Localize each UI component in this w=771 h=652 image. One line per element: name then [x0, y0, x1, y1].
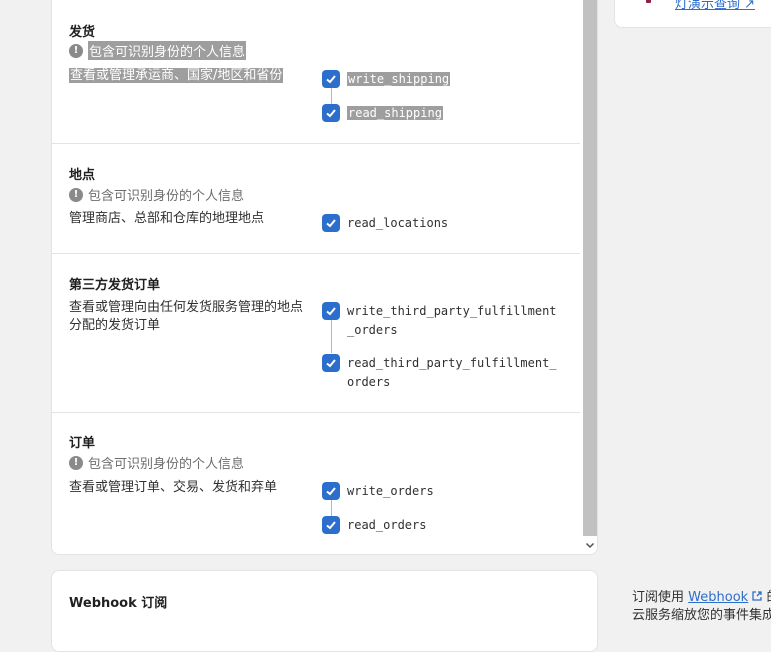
- pii-notice: ! 包含可识别身份的个人信息: [69, 41, 247, 60]
- checkmark-icon: [326, 521, 336, 530]
- checkbox-checked[interactable]: [322, 482, 340, 500]
- webhook-card: Webhook 订阅: [51, 570, 598, 652]
- checkmark-icon: [326, 219, 336, 228]
- scope-name: write_third_party_fulfillment_orders: [347, 304, 557, 337]
- side-card: 灯演示查询 ↗: [614, 0, 771, 28]
- scope-write-third-party-fulfillment-orders[interactable]: write_third_party_fulfillment_orders: [322, 302, 562, 340]
- checkmark-icon: [326, 307, 336, 316]
- scope-section-third-party-fulfillment: 第三方发货订单 查看或管理向由任何发货服务管理的地点分配的发货订单 write_…: [52, 253, 580, 413]
- section-description: 查看或管理承运商、国家/地区和省份: [69, 68, 284, 83]
- section-description: 查看或管理订单、交易、发货和弃单: [69, 480, 278, 495]
- scrollbar-thumb[interactable]: [583, 0, 597, 536]
- access-scopes-card: 发货 ! 包含可识别身份的个人信息 查看或管理承运商、国家/地区和省份 writ…: [51, 0, 598, 555]
- checkbox-checked[interactable]: [322, 70, 340, 88]
- scope-name: read_third_party_fulfillment_orders: [347, 356, 557, 389]
- alert-circle-icon: !: [69, 455, 83, 470]
- section-title: 订单: [69, 436, 96, 451]
- section-title: 发货: [69, 25, 96, 40]
- scope-name: read_shipping: [347, 106, 443, 120]
- help-line2: 云服务缩放您的事件集成: [632, 608, 771, 623]
- pii-notice: ! 包含可识别身份的个人信息: [69, 185, 244, 204]
- scope-write-shipping[interactable]: write_shipping: [322, 70, 562, 89]
- section-description: 管理商店、总部和仓库的地理地点: [69, 211, 265, 226]
- webhook-link[interactable]: Webhook: [688, 590, 748, 605]
- section-description: 查看或管理向由任何发货服务管理的地点分配的发货订单: [69, 300, 304, 333]
- alert-circle-icon: !: [69, 187, 83, 202]
- section-title: 地点: [69, 168, 96, 183]
- checkbox-checked[interactable]: [322, 104, 340, 122]
- webhook-title: Webhook 订阅: [69, 596, 168, 611]
- scope-section-orders: 订单 ! 包含可识别身份的个人信息 查看或管理订单、交易、发货和弃单 write…: [52, 412, 580, 554]
- checkmark-icon: [326, 109, 336, 118]
- help-prefix: 订阅使用: [632, 590, 685, 605]
- scrollbar[interactable]: [581, 0, 597, 554]
- scope-section-shipping: 发货 ! 包含可识别身份的个人信息 查看或管理承运商、国家/地区和省份 writ…: [52, 0, 580, 143]
- checkmark-icon: [326, 359, 336, 368]
- external-link-icon: [752, 591, 762, 601]
- checkmark-icon: [326, 487, 336, 496]
- scope-read-shipping[interactable]: read_shipping: [322, 104, 562, 123]
- checkmark-icon: [326, 75, 336, 84]
- scope-name: write_orders: [347, 484, 434, 498]
- pii-label: 包含可识别身份的个人信息: [88, 189, 245, 204]
- scope-read-locations[interactable]: read_locations: [322, 214, 562, 233]
- pii-label: 包含可识别身份的个人信息: [88, 457, 245, 472]
- checkbox-checked[interactable]: [322, 214, 340, 232]
- scope-name: read_locations: [347, 216, 449, 230]
- scope-name: write_shipping: [347, 72, 451, 86]
- scope-connector: [331, 87, 332, 105]
- section-title: 第三方发货订单: [69, 278, 161, 293]
- pii-label: 包含可识别身份的个人信息: [88, 41, 247, 60]
- chevron-down-icon[interactable]: [585, 540, 595, 550]
- checkbox-checked[interactable]: [322, 516, 340, 534]
- alert-circle-icon: !: [69, 43, 83, 58]
- side-link[interactable]: 灯演示查询 ↗: [675, 0, 755, 12]
- checkbox-checked[interactable]: [322, 302, 340, 320]
- app-icon: [646, 0, 651, 3]
- webhook-help-text: 订阅使用 Webhook 的 云服务缩放您的事件集成: [632, 589, 771, 625]
- checkbox-checked[interactable]: [322, 354, 340, 372]
- help-suffix: 的: [766, 590, 771, 605]
- scope-write-orders[interactable]: write_orders: [322, 482, 562, 501]
- scope-read-third-party-fulfillment-orders[interactable]: read_third_party_fulfillment_orders: [322, 354, 562, 392]
- scope-name: read_orders: [347, 518, 427, 532]
- scope-section-locations: 地点 ! 包含可识别身份的个人信息 管理商店、总部和仓库的地理地点 read_l…: [52, 143, 580, 254]
- scope-read-orders[interactable]: read_orders: [322, 516, 562, 535]
- pii-notice: ! 包含可识别身份的个人信息: [69, 453, 244, 472]
